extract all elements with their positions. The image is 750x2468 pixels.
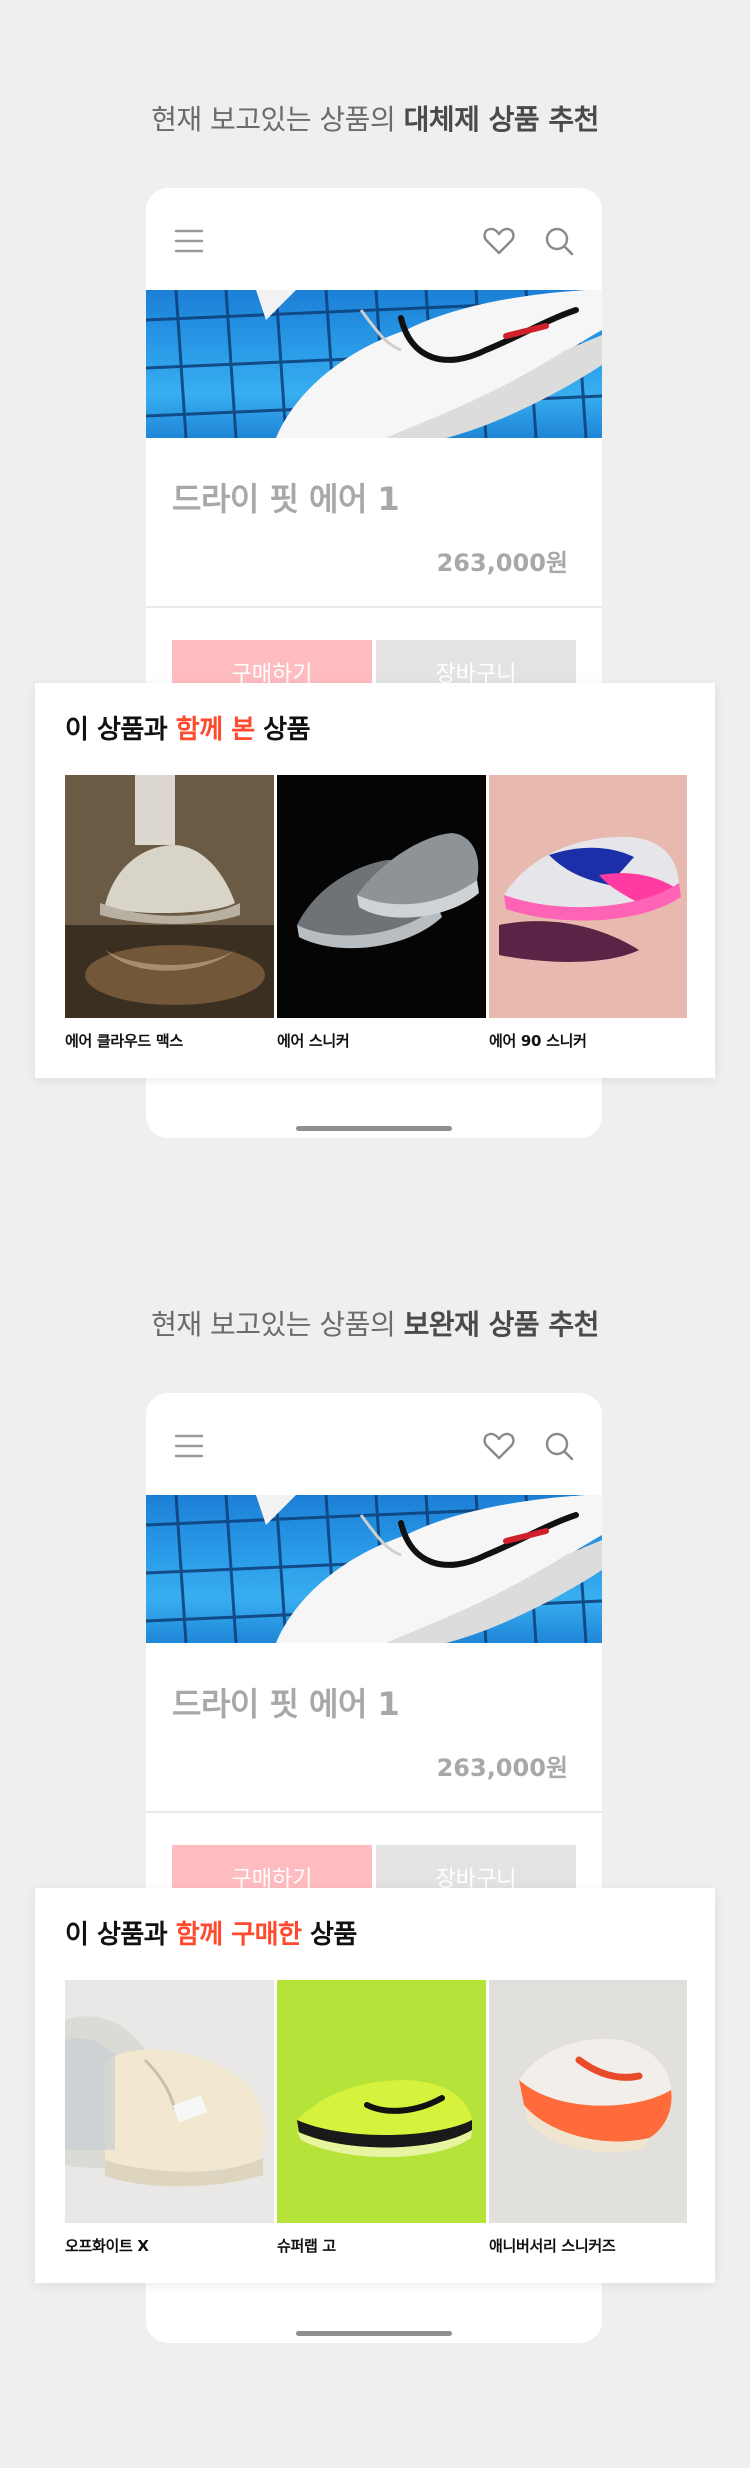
product-thumbnail[interactable] <box>65 1980 274 2223</box>
product-item[interactable]: 에어 90 스니커 <box>489 775 687 1051</box>
product-name: 드라이 핏 에어 1 <box>172 1685 400 1723</box>
title-text: 상품 <box>254 715 311 745</box>
home-indicator <box>296 2331 452 2336</box>
product-price: 263,000원 <box>436 1754 568 1782</box>
product-thumbnail[interactable] <box>277 1980 486 2223</box>
product-list: 에어 클라우드 맥스 에어 스니커 에어 90 스니커 <box>65 775 687 1065</box>
heart-icon[interactable] <box>482 224 516 258</box>
divider <box>146 606 602 608</box>
title-text: 이 상품과 <box>65 1920 176 1950</box>
heart-icon[interactable] <box>482 1429 516 1463</box>
search-icon[interactable] <box>542 224 576 258</box>
product-price: 263,000원 <box>436 549 568 577</box>
product-hero-image <box>146 1495 602 1643</box>
product-name: 드라이 핏 에어 1 <box>172 480 400 518</box>
product-thumbnail[interactable] <box>277 775 486 1018</box>
product-hero-image <box>146 290 602 438</box>
section-heading: 현재 보고있는 상품의 대체제 상품 추천 <box>0 98 750 138</box>
home-indicator <box>296 1126 452 1131</box>
heading-text: 현재 보고있는 상품의 <box>151 103 404 136</box>
heading-bold: 대체제 상품 추천 <box>403 103 600 136</box>
menu-icon[interactable] <box>172 224 206 258</box>
product-thumbnail[interactable] <box>489 1980 687 2223</box>
product-label: 슈퍼랩 고 <box>277 2237 336 2255</box>
product-label: 에어 90 스니커 <box>489 1032 587 1050</box>
card-title: 이 상품과 함께 구매한 상품 <box>65 1914 357 1951</box>
product-label: 에어 스니커 <box>277 1032 350 1050</box>
menu-icon[interactable] <box>172 1429 206 1463</box>
app-header <box>146 188 602 290</box>
recommendation-card: 이 상품과 함께 본 상품 에어 클라우드 맥스 에어 스니커 에어 90 스니… <box>35 683 715 1078</box>
product-label: 에어 클라우드 맥스 <box>65 1032 183 1050</box>
title-accent: 함께 본 <box>175 715 255 745</box>
product-item[interactable]: 에어 스니커 <box>277 775 486 1051</box>
heading-bold: 보완재 상품 추천 <box>403 1308 600 1341</box>
product-thumbnail[interactable] <box>489 775 687 1018</box>
product-thumbnail[interactable] <box>65 775 274 1018</box>
card-title: 이 상품과 함께 본 상품 <box>65 709 311 746</box>
product-item[interactable]: 오프화이트 X <box>65 1980 274 2256</box>
app-header <box>146 1393 602 1495</box>
heading-text: 현재 보고있는 상품의 <box>151 1308 404 1341</box>
product-label: 애니버서리 스니커즈 <box>489 2237 616 2255</box>
search-icon[interactable] <box>542 1429 576 1463</box>
title-text: 상품 <box>301 1920 357 1950</box>
product-label: 오프화이트 X <box>65 2237 149 2255</box>
product-list: 오프화이트 X 슈퍼랩 고 애니버서리 스니커즈 <box>65 1980 687 2270</box>
section-heading: 현재 보고있는 상품의 보완재 상품 추천 <box>0 1303 750 1343</box>
title-text: 이 상품과 <box>65 715 176 745</box>
title-accent: 함께 구매한 <box>175 1920 302 1950</box>
product-item[interactable]: 애니버서리 스니커즈 <box>489 1980 687 2256</box>
divider <box>146 1811 602 1813</box>
product-item[interactable]: 에어 클라우드 맥스 <box>65 775 274 1051</box>
product-item[interactable]: 슈퍼랩 고 <box>277 1980 486 2256</box>
recommendation-card: 이 상품과 함께 구매한 상품 오프화이트 X 슈퍼랩 고 애니버서리 스니커즈 <box>35 1888 715 2283</box>
